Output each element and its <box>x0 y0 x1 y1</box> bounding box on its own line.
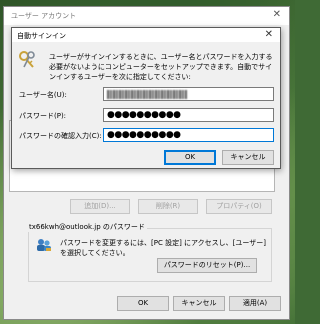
confirm-password-value: ●●●●●●●●●● <box>107 130 181 140</box>
dialog-description: ユーザーがサインインするときに、ユーザー名とパスワードを入力する必要がないように… <box>49 53 273 81</box>
password-value: ●●●●●●●●●● <box>107 110 181 120</box>
confirm-password-field[interactable]: ●●●●●●●●●● <box>103 128 274 142</box>
dialog-title-bar: 自動サインイン ✕ <box>12 28 280 42</box>
outer-cancel-button[interactable]: キャンセル <box>173 296 225 311</box>
outer-window-title: ユーザー アカウント <box>11 12 77 20</box>
dialog-cancel-button[interactable]: キャンセル <box>222 150 274 165</box>
outer-ok-button[interactable]: OK <box>117 296 169 311</box>
auto-signin-dialog: 自動サインイン ✕ ユーザーがサインインするときに、ユーザー名とパスワードを入力… <box>11 27 281 169</box>
users-icon <box>37 239 51 251</box>
properties-button[interactable]: プロパティ(O) <box>206 199 272 214</box>
dialog-ok-button[interactable]: OK <box>164 150 216 165</box>
outer-title-bar: ユーザー アカウント ✕ <box>4 7 289 25</box>
apply-button[interactable]: 適用(A) <box>229 296 281 311</box>
remove-user-button[interactable]: 削除(R) <box>138 199 198 214</box>
outer-close-icon[interactable]: ✕ <box>273 9 281 20</box>
dialog-close-icon[interactable]: ✕ <box>265 29 273 40</box>
reset-password-button[interactable]: パスワードのリセット(P)... <box>157 258 257 273</box>
password-field[interactable]: ●●●●●●●●●● <box>103 108 274 122</box>
add-user-button[interactable]: 追加(D)... <box>70 199 130 214</box>
password-label: パスワード(P): <box>19 112 67 120</box>
username-label: ユーザー名(U): <box>19 91 67 99</box>
password-group-label: tx66kwh@outlook.jp のパスワード <box>27 222 147 232</box>
dialog-title: 自動サインイン <box>17 32 66 40</box>
password-change-info: パスワードを変更するには、[PC 設定] にアクセスし、[ユーザー] を選択して… <box>60 239 266 257</box>
username-obscured <box>107 90 187 99</box>
keys-icon <box>19 51 35 68</box>
confirm-password-label: パスワードの確認入力(C): <box>19 132 102 140</box>
username-field[interactable] <box>103 87 274 101</box>
